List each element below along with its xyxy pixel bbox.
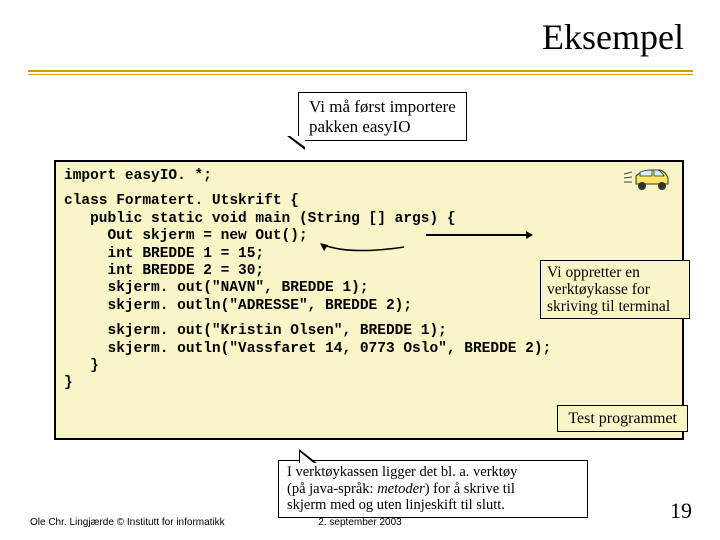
annotation-test: Test programmet	[557, 405, 688, 432]
annotation-line: skriving til terminal	[547, 298, 683, 315]
slide-title: Eksempel	[542, 16, 684, 58]
callout-line: skjerm med og uten linjeskift til slutt.	[287, 497, 579, 514]
code-block: import easyIO. *; class Formatert. Utskr…	[54, 160, 684, 440]
callout-line: I verktøykassen ligger det bl. a. verktø…	[287, 464, 579, 481]
car-icon	[622, 166, 672, 192]
code-line: public static void main (String [] args)…	[64, 211, 674, 228]
callout-line: pakken easyIO	[309, 117, 456, 137]
code-line: }	[64, 375, 674, 392]
page-number: 19	[670, 498, 692, 524]
arrow-icon	[426, 234, 531, 236]
divider-thick	[28, 70, 693, 72]
callout-methods: I verktøykassen ligger det bl. a. verktø…	[278, 460, 588, 518]
footer-center: 2. september 2003	[0, 517, 720, 528]
annotation-toolbox: Vi oppretter en verktøykasse for skrivin…	[540, 260, 690, 319]
divider-thin	[28, 74, 693, 75]
annotation-line: verktøykasse for	[547, 281, 683, 298]
code-line: class Formatert. Utskrift {	[64, 193, 674, 210]
code-line: skjerm. outln("Vassfaret 14, 0773 Oslo",…	[64, 341, 674, 358]
code-line: skjerm. out("Kristin Olsen", BREDDE 1);	[64, 323, 674, 340]
code-line: import easyIO. *;	[64, 168, 674, 185]
annotation-line: Vi oppretter en	[547, 264, 683, 281]
callout-line: Vi må først importere	[309, 97, 456, 117]
callout-import: Vi må først importere pakken easyIO	[298, 92, 467, 141]
code-line: }	[64, 358, 674, 375]
arrow-icon	[320, 243, 412, 256]
callout-line: (på java-språk: metoder) for å skrive ti…	[287, 481, 579, 498]
